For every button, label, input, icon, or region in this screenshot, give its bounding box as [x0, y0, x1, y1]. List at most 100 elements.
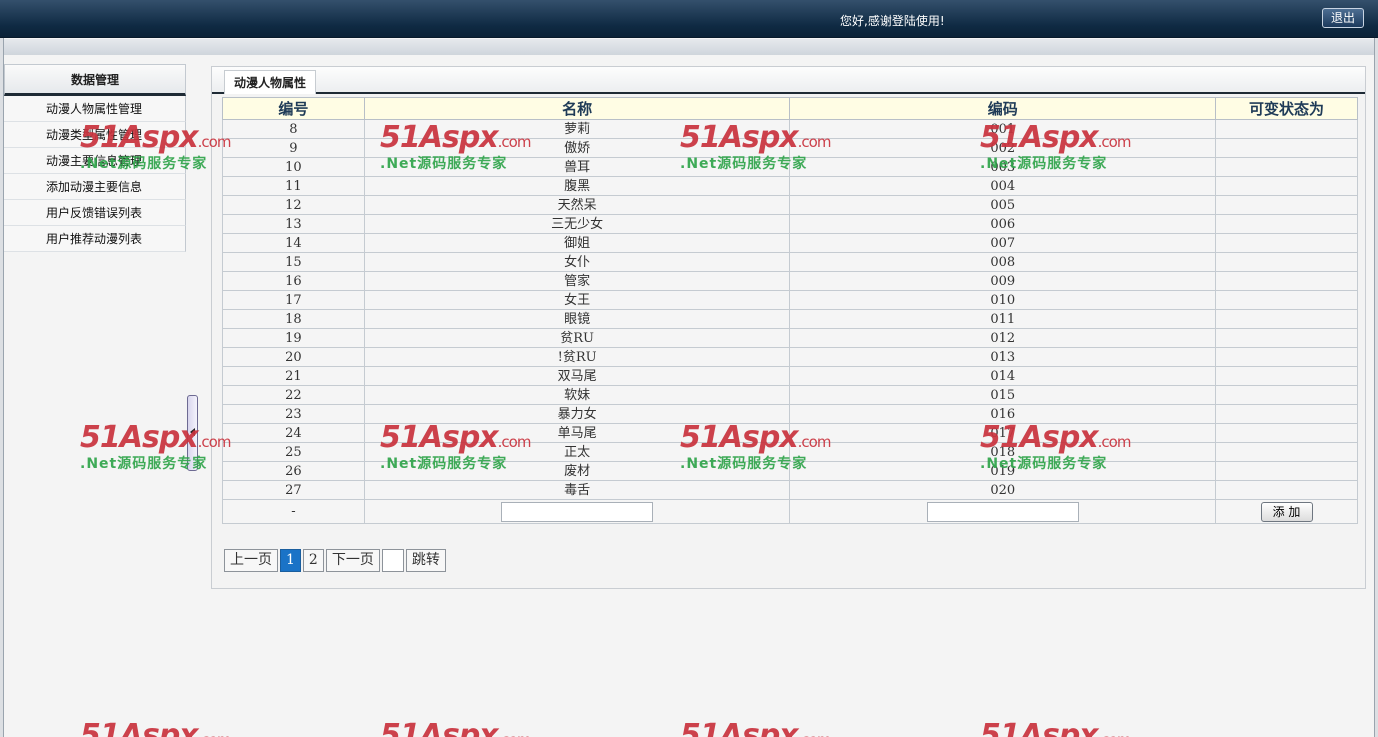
cell-name: 女王 — [363, 290, 791, 310]
next-page-button[interactable]: 下一页 — [325, 549, 380, 572]
tab-character-attributes[interactable]: 动漫人物属性 — [224, 70, 316, 94]
sidebar-item-feedback-errors[interactable]: 用户反馈错误列表 — [4, 200, 186, 226]
welcome-message: 您好,感谢登陆使用! — [840, 14, 945, 28]
cell-state — [1215, 442, 1358, 462]
jump-page-input[interactable] — [381, 549, 404, 572]
column-header-state: 可变状态为 — [1215, 97, 1358, 120]
cell-name: 御姐 — [363, 233, 791, 253]
sidebar-title: 数据管理 — [4, 64, 186, 96]
add-row-name-cell — [363, 499, 791, 524]
cell-state — [1215, 480, 1358, 500]
table-header-row: 编号 名称 编码 可变状态为 — [222, 97, 1358, 120]
cell-name: 眼镜 — [363, 309, 791, 329]
table-row: 8 萝莉 001 — [222, 119, 1358, 139]
watermark-logo-text: 51Aspx — [80, 420, 199, 455]
watermark-logo: 51Aspx.com — [980, 718, 1131, 737]
sidebar-item-character-attributes[interactable]: 动漫人物属性管理 — [4, 96, 186, 122]
cell-id: 19 — [222, 328, 365, 348]
cell-state — [1215, 119, 1358, 139]
cell-code: 007 — [789, 233, 1217, 253]
cell-name: 兽耳 — [363, 157, 791, 177]
frame-border-right — [1374, 38, 1378, 737]
cell-name: 单马尾 — [363, 423, 791, 443]
sidebar-item-recommended-anime[interactable]: 用户推荐动漫列表 — [4, 226, 186, 252]
cell-id: 21 — [222, 366, 365, 386]
cell-id: 18 — [222, 309, 365, 329]
table-row: 25 正太 018 — [222, 442, 1358, 462]
table-row: 17 女王 010 — [222, 290, 1358, 310]
cell-state — [1215, 347, 1358, 367]
add-button[interactable]: 添 加 — [1260, 501, 1313, 522]
cell-id: 8 — [222, 119, 365, 139]
cell-state — [1215, 309, 1358, 329]
prev-page-button[interactable]: 上一页 — [224, 549, 278, 572]
table-row: 20 !贫RU 013 — [222, 347, 1358, 367]
page-1-button[interactable]: 1 — [280, 549, 301, 572]
cell-code: 010 — [789, 290, 1217, 310]
cell-code: 006 — [789, 214, 1217, 234]
table-body: 8 萝莉 001 9 傲娇 002 10 兽耳 003 11 腹黑 004 12 天然呆 005 13 三无少女… — [222, 119, 1358, 524]
top-header: 您好,感谢登陆使用! 退出 — [0, 0, 1378, 38]
sidebar-item-type-attributes[interactable]: 动漫类型属性管理 — [4, 122, 186, 148]
table-row: 26 废材 019 — [222, 461, 1358, 481]
cell-code: 014 — [789, 366, 1217, 386]
watermark: 51Aspx.com.Net源码服务专家 — [80, 420, 231, 473]
cell-code: 019 — [789, 461, 1217, 481]
table-row: 13 三无少女 006 — [222, 214, 1358, 234]
cell-name: 傲娇 — [363, 138, 791, 158]
name-input[interactable] — [501, 501, 654, 522]
cell-name: 废材 — [363, 461, 791, 481]
cell-code: 011 — [789, 309, 1217, 329]
tab-bar: 动漫人物属性 — [212, 67, 1365, 94]
jump-button[interactable]: 跳转 — [405, 549, 446, 572]
table-row: 11 腹黑 004 — [222, 176, 1358, 196]
logout-button[interactable]: 退出 — [1322, 8, 1364, 28]
cell-state — [1215, 214, 1358, 234]
cell-id: 24 — [222, 423, 365, 443]
watermark-logo: 51Aspx.com — [80, 420, 231, 455]
table-row: 15 女仆 008 — [222, 252, 1358, 272]
cell-state — [1215, 366, 1358, 386]
code-input[interactable] — [926, 501, 1079, 522]
cell-code: 018 — [789, 442, 1217, 462]
cell-code: 013 — [789, 347, 1217, 367]
watermark-logo-suffix: .com — [498, 731, 532, 737]
cell-id: 14 — [222, 233, 365, 253]
cell-state — [1215, 252, 1358, 272]
watermark-logo: 51Aspx.com — [80, 718, 231, 737]
cell-name: 萝莉 — [363, 119, 791, 139]
cell-id: 26 — [222, 461, 365, 481]
cell-id: 23 — [222, 404, 365, 424]
column-header-code: 编码 — [789, 97, 1217, 120]
content-panel: 动漫人物属性 编号 名称 编码 可变状态为 8 萝莉 001 9 傲娇 002 10 兽耳 00… — [211, 66, 1366, 589]
cell-name: 暴力女 — [363, 404, 791, 424]
watermark: 51Aspx.com.Net源码服务专家 — [980, 718, 1131, 737]
sidebar-item-add-anime-info[interactable]: 添加动漫主要信息 — [4, 174, 186, 200]
cell-state — [1215, 328, 1358, 348]
cell-id: 12 — [222, 195, 365, 215]
table-row: 12 天然呆 005 — [222, 195, 1358, 215]
cell-name: 女仆 — [363, 252, 791, 272]
table-row: 16 管家 009 — [222, 271, 1358, 291]
cell-state — [1215, 423, 1358, 443]
watermark: 51Aspx.com.Net源码服务专家 — [680, 718, 831, 737]
table-row: 27 毒舌 020 — [222, 480, 1358, 500]
cell-name: 软妹 — [363, 385, 791, 405]
table-row: 14 御姐 007 — [222, 233, 1358, 253]
cell-code: 005 — [789, 195, 1217, 215]
cell-state — [1215, 271, 1358, 291]
add-row: - 添 加 — [222, 499, 1358, 524]
page-2-button[interactable]: 2 — [302, 549, 324, 572]
sidebar-item-anime-info-manage[interactable]: 动漫主要信息管理 — [4, 148, 186, 174]
watermark: 51Aspx.com.Net源码服务专家 — [80, 718, 231, 737]
cell-state — [1215, 290, 1358, 310]
table-row: 19 贫RU 012 — [222, 328, 1358, 348]
cell-name: 贫RU — [363, 328, 791, 348]
cell-code: 009 — [789, 271, 1217, 291]
cell-state — [1215, 195, 1358, 215]
cell-state — [1215, 461, 1358, 481]
cell-name: 三无少女 — [363, 214, 791, 234]
sidebar-collapse-handle[interactable] — [187, 395, 198, 471]
cell-state — [1215, 176, 1358, 196]
cell-id: 9 — [222, 138, 365, 158]
